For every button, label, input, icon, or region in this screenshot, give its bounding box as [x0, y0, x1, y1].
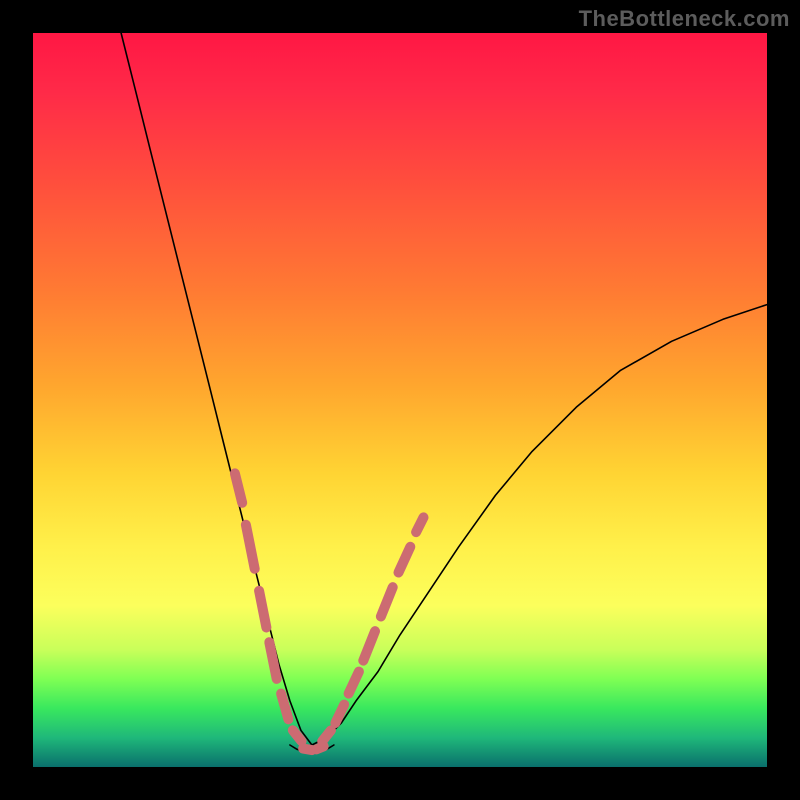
chart-frame: TheBottleneck.com [0, 0, 800, 800]
plot-area [33, 33, 767, 767]
dash-overlay-group [235, 473, 424, 750]
dash-segment [381, 587, 393, 616]
bottleneck-curve-right [312, 305, 767, 745]
dash-segment [259, 591, 266, 628]
curve-group [121, 33, 767, 752]
dash-segment [399, 547, 411, 573]
dash-segment [293, 730, 302, 741]
dash-segment [322, 730, 331, 741]
dash-segment [349, 672, 359, 694]
dash-segment [235, 473, 242, 502]
dash-segment [281, 694, 288, 720]
dash-segment [316, 746, 323, 749]
bottleneck-curve-left [121, 33, 312, 745]
dash-segment [303, 749, 312, 751]
chart-svg [33, 33, 767, 767]
dash-segment [246, 525, 255, 569]
watermark-text: TheBottleneck.com [579, 6, 790, 32]
dash-segment [363, 631, 375, 660]
dash-segment [416, 517, 423, 532]
